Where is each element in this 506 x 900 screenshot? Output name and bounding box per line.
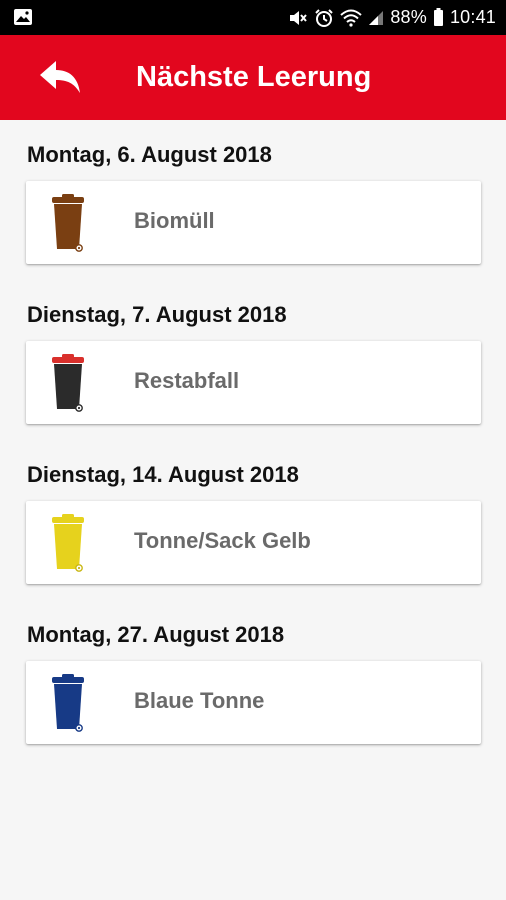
- status-bar: 88% 10:41: [0, 0, 506, 35]
- alarm-icon: [314, 8, 334, 28]
- collection-date: Montag, 6. August 2018: [27, 142, 272, 167]
- clock: 10:41: [449, 7, 496, 27]
- mute-icon: [288, 9, 308, 27]
- signal-icon: [368, 10, 384, 26]
- page-title: Nächste Leerung: [136, 61, 372, 93]
- collection-date: Dienstag, 14. August 2018: [27, 462, 299, 487]
- collection-card[interactable]: Restabfall: [26, 341, 481, 424]
- blue-bin-icon: [52, 674, 84, 732]
- wifi-icon: [340, 9, 362, 27]
- waste-type-label: Tonne/Sack Gelb: [134, 528, 311, 553]
- waste-type-label: Biomüll: [134, 208, 215, 233]
- collection-date: Montag, 27. August 2018: [27, 622, 285, 647]
- collection-card[interactable]: Blaue Tonne: [26, 661, 481, 744]
- collection-card[interactable]: Biomüll: [26, 181, 481, 264]
- image-icon: [13, 8, 33, 31]
- waste-type-label: Restabfall: [134, 368, 240, 393]
- back-arrow-icon: [40, 61, 80, 93]
- back-button[interactable]: [36, 57, 86, 99]
- brown-bin-icon: [52, 194, 84, 252]
- app-bar: Nächste Leerung: [0, 35, 506, 120]
- battery-icon: [433, 8, 444, 27]
- yellow-bin-icon: [52, 514, 84, 572]
- waste-type-label: Blaue Tonne: [134, 688, 265, 713]
- black-bin-icon: [52, 354, 84, 412]
- collection-date: Dienstag, 7. August 2018: [27, 302, 287, 327]
- status-icons: 88% 10:41: [288, 0, 496, 35]
- collection-card[interactable]: Tonne/Sack Gelb: [26, 501, 481, 584]
- battery-percent: 88%: [390, 7, 427, 27]
